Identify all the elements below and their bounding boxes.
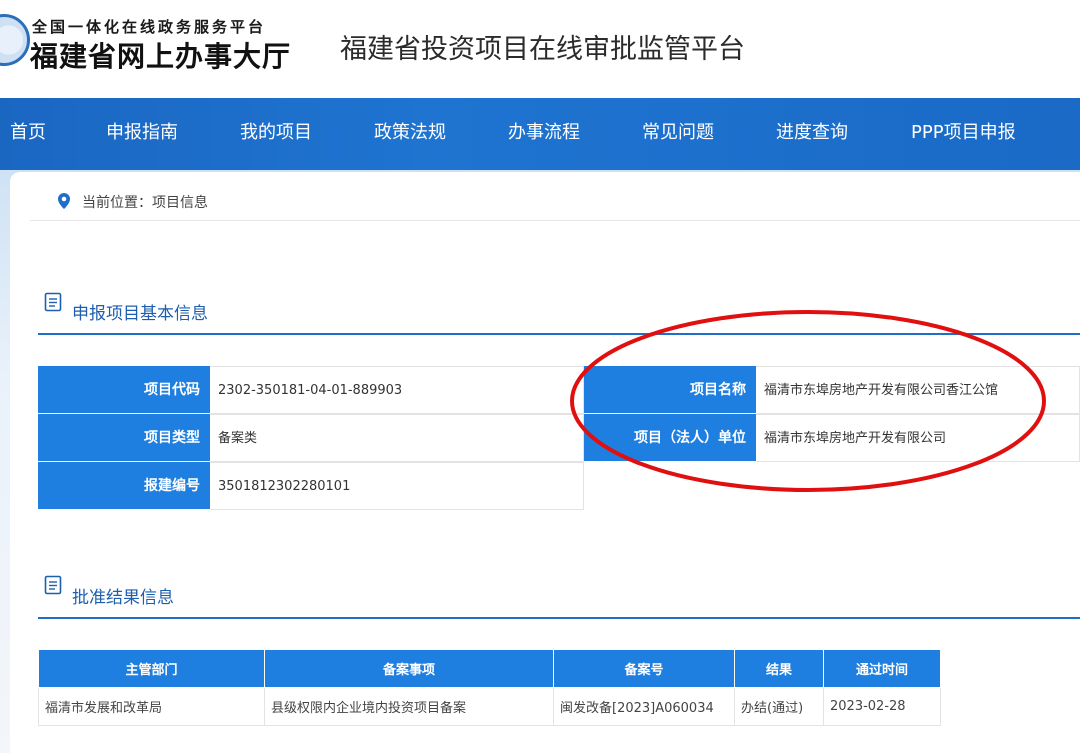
table-cell: 2023-02-28: [823, 687, 941, 726]
field-row-legal-entity: 项目（法人）单位 福清市东埠房地产开发有限公司: [584, 414, 1080, 462]
nav-item-process[interactable]: 办事流程: [508, 118, 580, 144]
nav-item-my-projects[interactable]: 我的项目: [240, 118, 312, 144]
emblem-logo: [0, 14, 30, 66]
site-header: 全国一体化在线政务服务平台 福建省网上办事大厅 福建省投资项目在线审批监管平台: [0, 0, 1080, 98]
field-row-build-number: 报建编号 3501812302280101: [38, 462, 584, 510]
column-header: 备案号: [553, 649, 735, 688]
location-pin-icon: [58, 193, 70, 209]
field-label: 报建编号: [38, 462, 210, 510]
table-cell: 县级权限内企业境内投资项目备案: [264, 687, 554, 726]
breadcrumb: 当前位置：项目信息: [82, 195, 208, 211]
field-row-project-name: 项目名称 福清市东埠房地产开发有限公司香江公馆: [584, 366, 1080, 414]
table-row: 福清市发展和改革局 县级权限内企业境内投资项目备案 闽发改备[2023]A060…: [38, 687, 941, 726]
field-label: 项目代码: [38, 366, 210, 414]
nav-item-ppp[interactable]: PPP项目申报: [911, 118, 1016, 144]
nav-item-guide[interactable]: 申报指南: [106, 118, 178, 144]
table-cell: 办结(通过): [734, 687, 824, 726]
table-cell: 闽发改备[2023]A060034: [553, 687, 735, 726]
field-row-project-code: 项目代码 2302-350181-04-01-889903: [38, 366, 584, 414]
nav-item-policies[interactable]: 政策法规: [374, 118, 446, 144]
main-nav: 首页 申报指南 我的项目 政策法规 办事流程 常见问题 进度查询 PPP项目申报: [0, 98, 1080, 170]
field-value: 福清市东埠房地产开发有限公司: [756, 414, 1080, 462]
column-header: 结果: [734, 649, 824, 688]
platform-title: 福建省投资项目在线审批监管平台: [340, 34, 745, 65]
approval-rule: [38, 617, 1080, 619]
nav-item-progress[interactable]: 进度查询: [776, 118, 848, 144]
field-value: 福清市东埠房地产开发有限公司香江公馆: [756, 366, 1080, 414]
approval-title: 批准结果信息: [72, 588, 174, 608]
field-row-project-type: 项目类型 备案类: [38, 414, 584, 462]
column-header: 主管部门: [38, 649, 265, 688]
approval-table: 主管部门 备案事项 备案号 结果 通过时间 福清市发展和改革局 县级权限内企业境…: [38, 649, 941, 726]
document-icon: [44, 292, 62, 312]
basic-info-rule: [38, 333, 1080, 335]
nav-item-home[interactable]: 首页: [10, 118, 46, 144]
document-icon: [44, 575, 62, 595]
column-header: 通过时间: [823, 649, 941, 688]
brand-subtitle: 全国一体化在线政务服务平台: [32, 18, 267, 36]
field-label: 项目（法人）单位: [584, 414, 756, 462]
brand-title[interactable]: 福建省网上办事大厅: [30, 35, 291, 75]
basic-info-title: 申报项目基本信息: [72, 304, 208, 324]
field-value: 2302-350181-04-01-889903: [210, 366, 584, 414]
table-cell: 福清市发展和改革局: [38, 687, 265, 726]
field-value: 备案类: [210, 414, 584, 462]
field-value: 3501812302280101: [210, 462, 584, 510]
nav-item-faq[interactable]: 常见问题: [642, 118, 714, 144]
table-header-row: 主管部门 备案事项 备案号 结果 通过时间: [38, 649, 941, 688]
breadcrumb-divider: [30, 220, 1080, 221]
field-label: 项目类型: [38, 414, 210, 462]
field-label: 项目名称: [584, 366, 756, 414]
content-panel: 当前位置：项目信息 申报项目基本信息 项目代码 2302-350181-04-0…: [10, 172, 1080, 753]
column-header: 备案事项: [264, 649, 554, 688]
